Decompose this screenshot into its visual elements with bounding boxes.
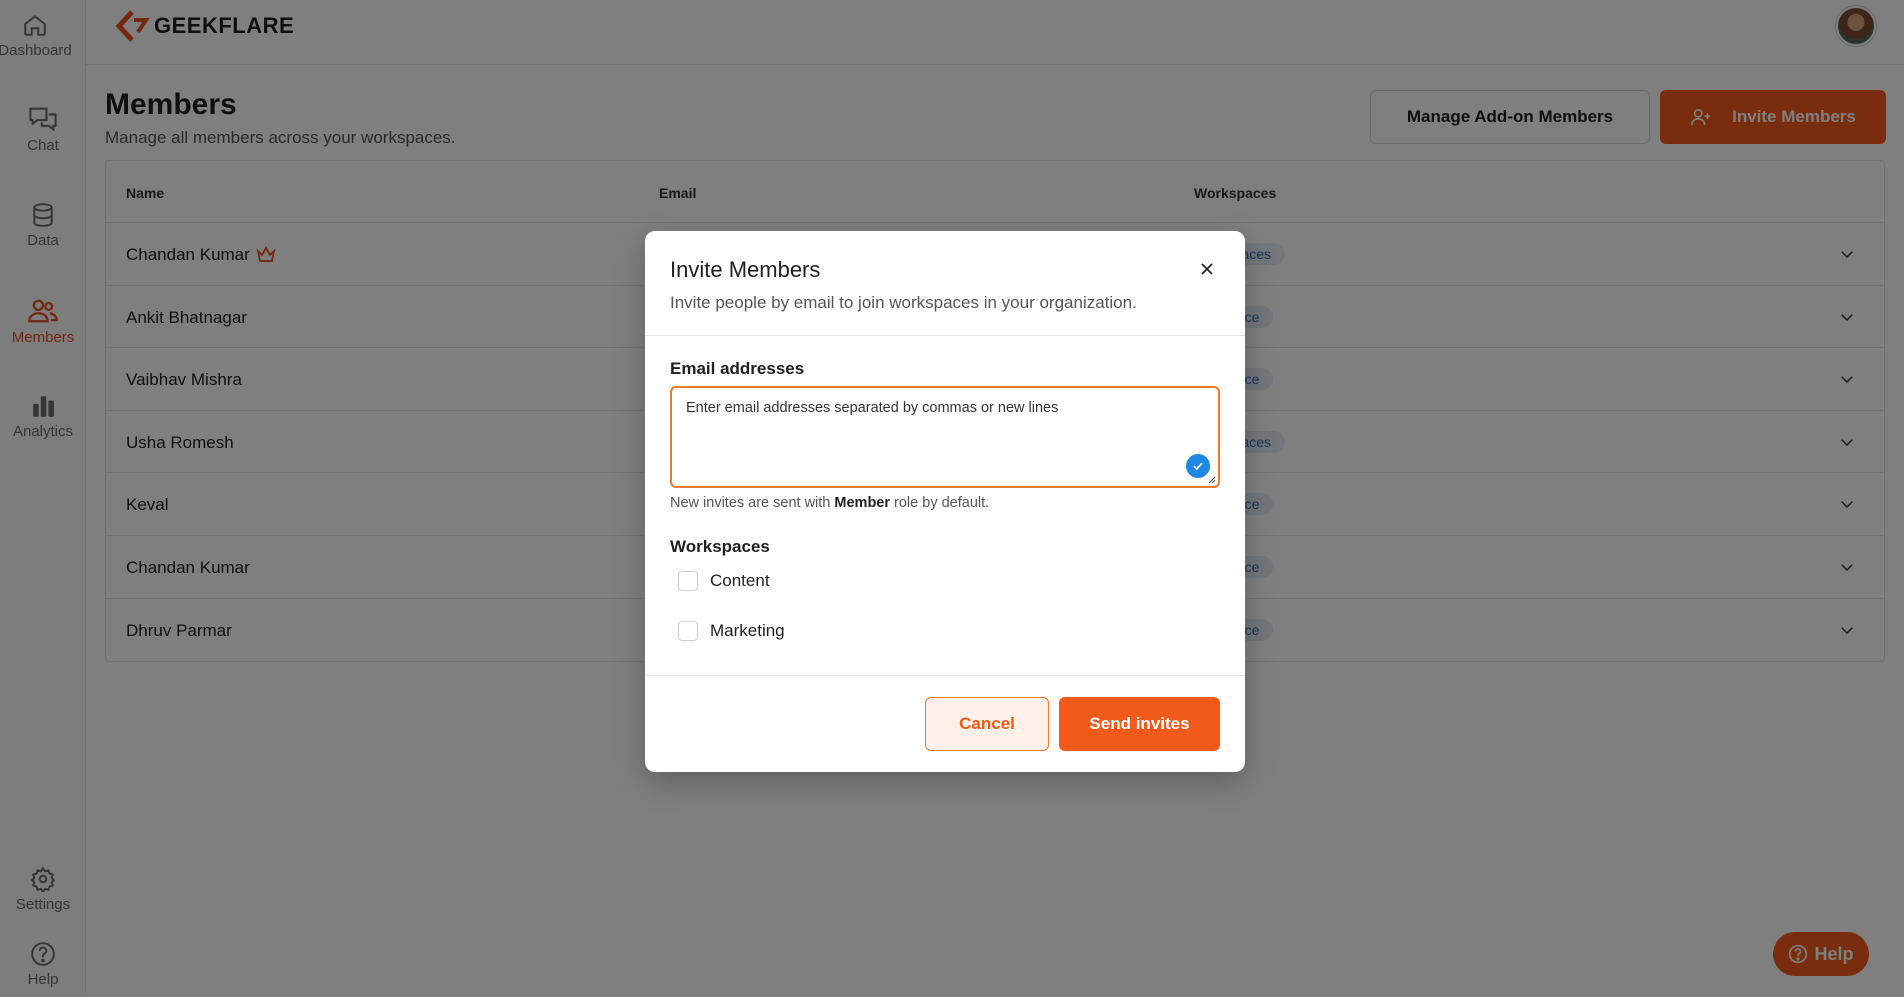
workspace-option-label: Content xyxy=(710,571,770,590)
close-icon[interactable] xyxy=(1197,259,1217,279)
workspace-option-marketing[interactable]: Marketing xyxy=(678,621,785,641)
modal-divider xyxy=(645,675,1245,676)
checkbox[interactable] xyxy=(678,571,698,591)
email-addresses-input[interactable] xyxy=(672,388,1218,486)
check-circle-icon xyxy=(1186,454,1210,478)
cancel-button[interactable]: Cancel xyxy=(925,697,1049,751)
checkbox[interactable] xyxy=(678,621,698,641)
send-invites-button[interactable]: Send invites xyxy=(1059,697,1220,751)
email-addresses-field-wrapper xyxy=(670,386,1220,488)
invite-members-modal: Invite Members Invite people by email to… xyxy=(645,231,1245,772)
workspace-option-label: Marketing xyxy=(710,621,785,640)
default-role-name: Member xyxy=(834,495,891,511)
workspaces-label: Workspaces xyxy=(670,537,770,556)
modal-divider xyxy=(645,335,1245,336)
modal-subtitle: Invite people by email to join workspace… xyxy=(670,293,1137,312)
workspace-option-content[interactable]: Content xyxy=(678,571,770,591)
modal-title: Invite Members xyxy=(670,257,821,282)
resize-handle-icon[interactable] xyxy=(1208,476,1216,484)
default-role-hint: New invites are sent with Member role by… xyxy=(670,495,990,511)
email-addresses-label: Email addresses xyxy=(670,359,805,378)
